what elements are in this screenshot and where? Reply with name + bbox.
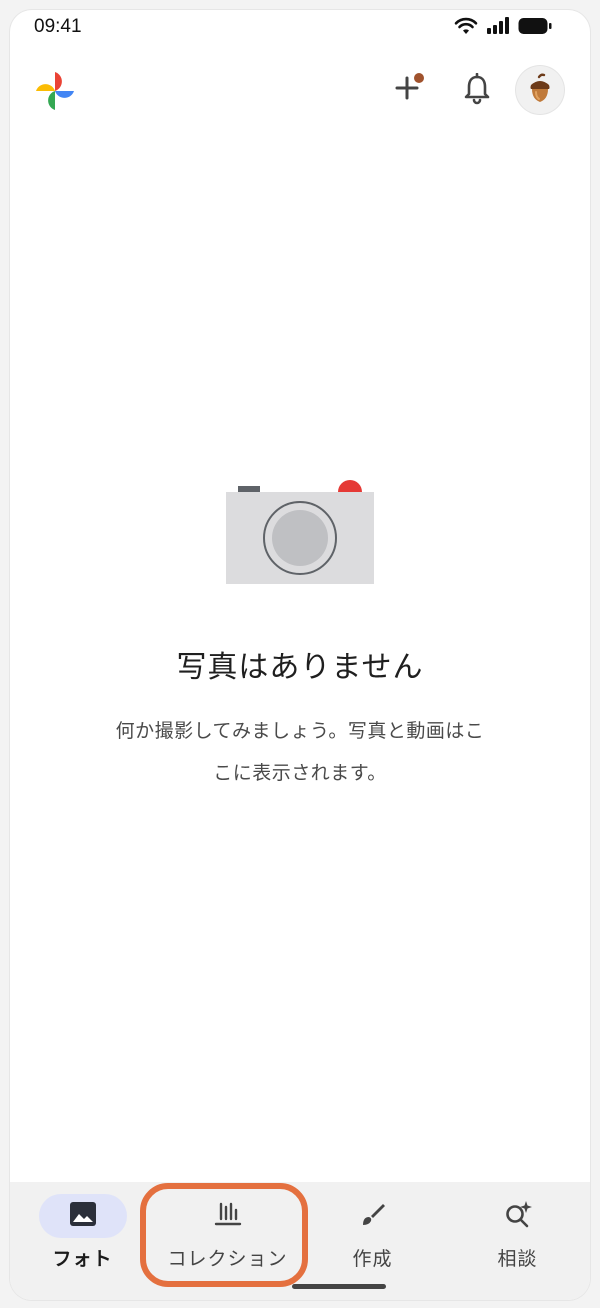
photo-icon <box>69 1201 97 1231</box>
camera-icon <box>224 480 376 590</box>
active-tab-indicator <box>38 1194 127 1238</box>
collections-icon <box>213 1201 243 1231</box>
tab-create[interactable]: 作成 <box>300 1182 445 1282</box>
add-button[interactable] <box>386 68 432 114</box>
brush-icon <box>359 1200 387 1232</box>
tab-ask[interactable]: 相談 <box>445 1182 590 1282</box>
app-header <box>10 60 590 120</box>
phone-screen: 09:41 写真はありません 何か撮影してみましょう。写真と動画はこ こに表示さ… <box>10 10 590 1300</box>
acorn-avatar-icon <box>523 71 557 109</box>
screenshot-background: 09:41 写真はありません 何か撮影してみましょう。写真と動画はこ こに表示さ… <box>0 0 600 1308</box>
empty-state-title: 写真はありません <box>176 650 424 685</box>
home-indicator[interactable] <box>292 1284 386 1289</box>
add-icon <box>392 72 426 110</box>
bottom-navigation: フォト コレクション 作成 相談 <box>10 1182 590 1300</box>
status-bar: 09:41 <box>10 10 590 44</box>
empty-state-message-line-2: こに表示されます。 <box>213 762 387 784</box>
tab-photos-label: フォト <box>52 1248 113 1270</box>
status-icons <box>454 17 552 39</box>
tab-photos[interactable]: フォト <box>10 1182 155 1282</box>
status-time: 09:41 <box>34 16 82 37</box>
bell-icon <box>462 72 492 109</box>
ask-sparkle-search-icon <box>503 1199 533 1233</box>
tab-ask-label: 相談 <box>497 1248 538 1270</box>
tab-ask-icon-wrap <box>474 1194 562 1238</box>
tab-collections-label: コレクション <box>167 1248 288 1270</box>
battery-icon <box>518 17 552 39</box>
wifi-icon <box>454 17 478 39</box>
cellular-signal-icon <box>486 17 510 39</box>
empty-state-message: 何か撮影してみましょう。写真と動画はこ こに表示されます。 <box>100 710 500 794</box>
account-avatar-button[interactable] <box>516 66 564 114</box>
notifications-button[interactable] <box>454 68 500 114</box>
tab-create-label: 作成 <box>352 1248 393 1270</box>
tab-collections-icon-wrap <box>184 1194 272 1238</box>
tab-create-icon-wrap <box>329 1194 417 1238</box>
tab-collections[interactable]: コレクション <box>155 1182 300 1282</box>
photos-pinwheel-logo <box>32 68 78 114</box>
empty-state-message-line-1: 何か撮影してみましょう。写真と動画はこ <box>115 720 485 742</box>
